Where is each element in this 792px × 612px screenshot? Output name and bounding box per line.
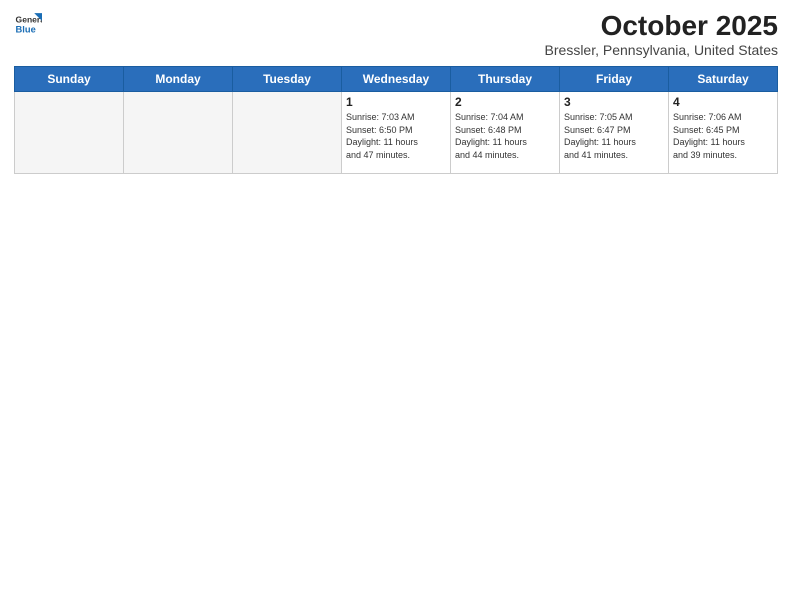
col-wednesday: Wednesday <box>342 67 451 92</box>
week-row-1: 1 Sunrise: 7:03 AM Sunset: 6:50 PM Daylig… <box>15 92 778 174</box>
logo-icon: General Blue <box>14 10 42 38</box>
col-monday: Monday <box>124 67 233 92</box>
title-area: October 2025 Bressler, Pennsylvania, Uni… <box>545 10 778 58</box>
cell-content: Sunrise: 7:03 AM Sunset: 6:50 PM Dayligh… <box>346 111 446 161</box>
col-saturday: Saturday <box>669 67 778 92</box>
cell-1-5: 2 Sunrise: 7:04 AM Sunset: 6:48 PM Daylig… <box>451 92 560 174</box>
col-friday: Friday <box>560 67 669 92</box>
cell-content: Sunrise: 7:06 AM Sunset: 6:45 PM Dayligh… <box>673 111 773 161</box>
header-row: Sunday Monday Tuesday Wednesday Thursday… <box>15 67 778 92</box>
cell-1-7: 4 Sunrise: 7:06 AM Sunset: 6:45 PM Daylig… <box>669 92 778 174</box>
cell-content: Sunrise: 7:05 AM Sunset: 6:47 PM Dayligh… <box>564 111 664 161</box>
cell-1-2 <box>124 92 233 174</box>
month-title: October 2025 <box>545 10 778 42</box>
calendar-container: General Blue October 2025 Bressler, Penn… <box>0 0 792 612</box>
logo: General Blue <box>14 10 42 38</box>
col-tuesday: Tuesday <box>233 67 342 92</box>
date-number: 1 <box>346 95 446 109</box>
date-number: 3 <box>564 95 664 109</box>
cell-1-3 <box>233 92 342 174</box>
col-sunday: Sunday <box>15 67 124 92</box>
location-title: Bressler, Pennsylvania, United States <box>545 42 778 58</box>
col-thursday: Thursday <box>451 67 560 92</box>
date-number: 4 <box>673 95 773 109</box>
date-number: 2 <box>455 95 555 109</box>
cell-1-1 <box>15 92 124 174</box>
header-area: General Blue October 2025 Bressler, Penn… <box>14 10 778 58</box>
svg-text:Blue: Blue <box>16 25 36 35</box>
cell-content: Sunrise: 7:04 AM Sunset: 6:48 PM Dayligh… <box>455 111 555 161</box>
cell-1-4: 1 Sunrise: 7:03 AM Sunset: 6:50 PM Daylig… <box>342 92 451 174</box>
cell-1-6: 3 Sunrise: 7:05 AM Sunset: 6:47 PM Daylig… <box>560 92 669 174</box>
calendar-table: Sunday Monday Tuesday Wednesday Thursday… <box>14 66 778 174</box>
